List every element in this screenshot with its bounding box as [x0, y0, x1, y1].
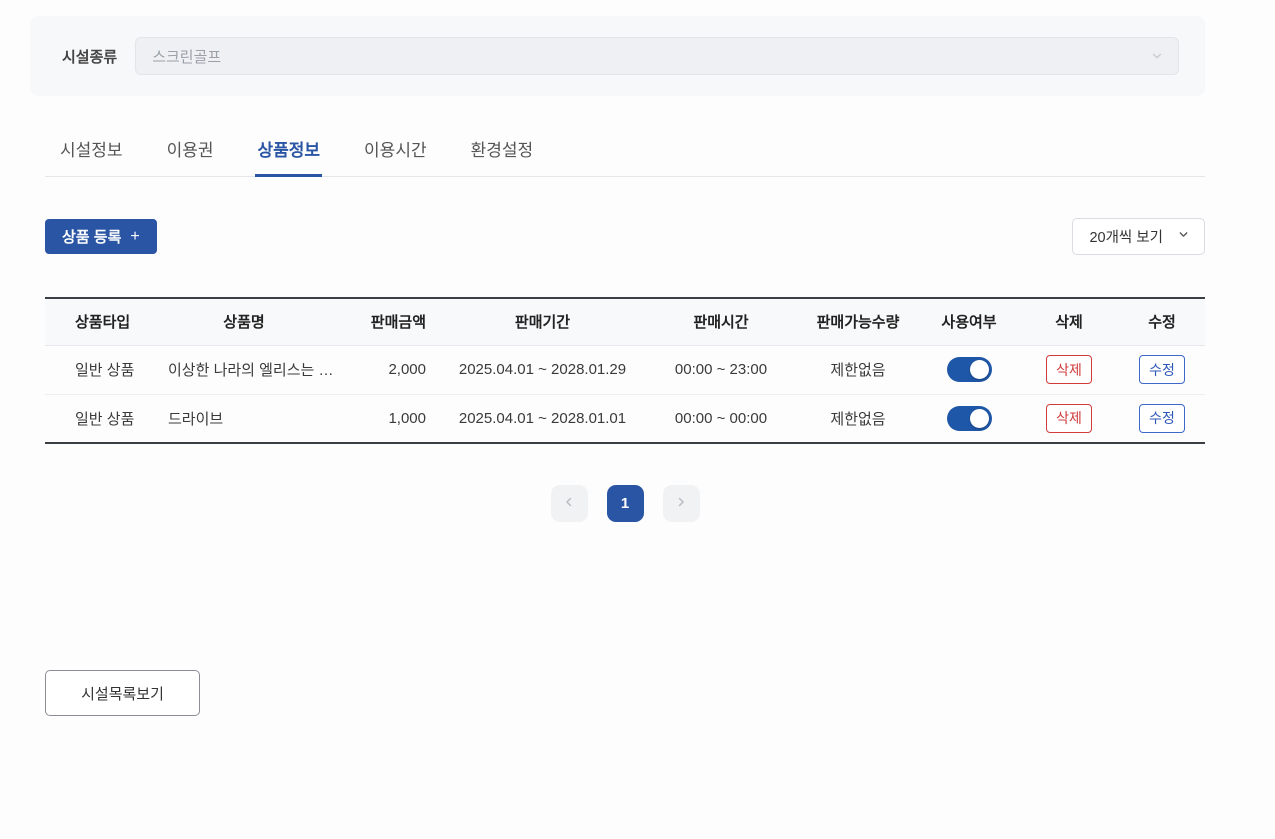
product-table: 상품타입 상품명 판매금액 판매기간 판매시간 판매가능수량 사용여부 삭제 수…: [45, 297, 1205, 444]
header-price: 판매금액: [335, 298, 440, 346]
table-header-row: 상품타입 상품명 판매금액 판매기간 판매시간 판매가능수량 사용여부 삭제 수…: [45, 298, 1205, 346]
header-product-name: 상품명: [153, 298, 335, 346]
cell-product-type: 일반 상품: [75, 410, 135, 428]
cell-time: 00:00 ~ 23:00: [645, 345, 797, 395]
pagination-page-1[interactable]: 1: [606, 485, 644, 522]
table-row: 일반 상품 이상한 나라의 엘리스는 무... 2,000 2025.04.01…: [45, 345, 1205, 395]
register-product-label: 상품 등록: [62, 229, 122, 246]
facility-type-value: 스크린골프: [152, 48, 222, 66]
toolbar: 상품 등록 + 20개씩 보기: [45, 218, 1205, 255]
toggle-knob: [969, 408, 989, 428]
cell-edit: 수정: [1119, 345, 1205, 395]
cell-delete: 삭제: [1019, 394, 1119, 443]
facility-type-card: 시설종류 스크린골프: [30, 16, 1205, 96]
plus-icon: +: [130, 227, 140, 245]
cell-time: 00:00 ~ 00:00: [674, 409, 768, 427]
cell-product-type: 일반 상품: [45, 345, 153, 395]
cell-price: 1,000: [388, 409, 426, 427]
cell-period: 2025.04.01 ~ 2028.01.29: [440, 345, 645, 395]
delete-button[interactable]: 삭제: [1046, 355, 1092, 384]
chevron-right-icon: [674, 495, 688, 512]
tab-bar: 시설정보 이용권 상품정보 이용시간 환경설정: [45, 130, 1205, 177]
page-size-select[interactable]: 20개씩 보기: [1072, 218, 1205, 255]
header-delete: 삭제: [1019, 298, 1119, 346]
header-time: 판매시간: [645, 298, 797, 346]
facility-type-select[interactable]: 스크린골프: [135, 37, 1179, 75]
cell-edit: 수정: [1119, 394, 1205, 443]
edit-button[interactable]: 수정: [1139, 403, 1185, 433]
chevron-down-icon: [1177, 228, 1190, 245]
cell-quantity: 제한없음: [830, 410, 886, 428]
toggle-knob: [969, 360, 989, 379]
tab-product-info[interactable]: 상품정보: [255, 130, 322, 177]
table-row: 일반 상품 드라이브 1,000 2025.04.01 ~ 2028.01.01…: [45, 394, 1205, 443]
header-period: 판매기간: [440, 298, 645, 346]
header-edit: 수정: [1119, 298, 1205, 346]
page: 시설종류 스크린골프 시설정보 이용권 상품정보 이용시간 환경설정 상품 등록…: [0, 16, 1275, 716]
cell-product-name: 드라이브: [168, 410, 224, 428]
cell-period: 2025.04.01 ~ 2028.01.01: [458, 409, 627, 427]
chevron-down-icon: [1150, 49, 1164, 63]
cell-product-name: 이상한 나라의 엘리스는 무...: [153, 345, 335, 395]
cell-price: 2,000: [335, 345, 440, 395]
chevron-left-icon: [562, 495, 576, 512]
pagination-next-button[interactable]: [662, 485, 700, 522]
header-enabled: 사용여부: [919, 298, 1019, 346]
header-product-type: 상품타입: [45, 298, 153, 346]
tab-facility-info[interactable]: 시설정보: [58, 130, 125, 176]
enabled-toggle[interactable]: [946, 357, 992, 382]
pagination-prev-button[interactable]: [550, 485, 588, 522]
cell-enabled: [919, 394, 1019, 443]
page-size-value: 20개씩 보기: [1089, 230, 1163, 246]
pagination: 1: [45, 485, 1205, 522]
register-product-button[interactable]: 상품 등록 +: [45, 219, 157, 254]
cell-quantity: 제한없음: [797, 345, 919, 395]
facility-list-button[interactable]: 시설목록보기: [45, 670, 200, 716]
tab-settings[interactable]: 환경설정: [469, 130, 536, 176]
tab-usage-time[interactable]: 이용시간: [362, 130, 429, 176]
tab-pass[interactable]: 이용권: [165, 130, 216, 176]
facility-type-label: 시설종류: [62, 48, 118, 66]
cell-enabled: [919, 345, 1019, 395]
edit-button[interactable]: 수정: [1139, 355, 1185, 384]
cell-delete: 삭제: [1019, 345, 1119, 395]
enabled-toggle[interactable]: [946, 405, 992, 431]
header-quantity: 판매가능수량: [797, 298, 919, 346]
delete-button[interactable]: 삭제: [1046, 403, 1092, 433]
